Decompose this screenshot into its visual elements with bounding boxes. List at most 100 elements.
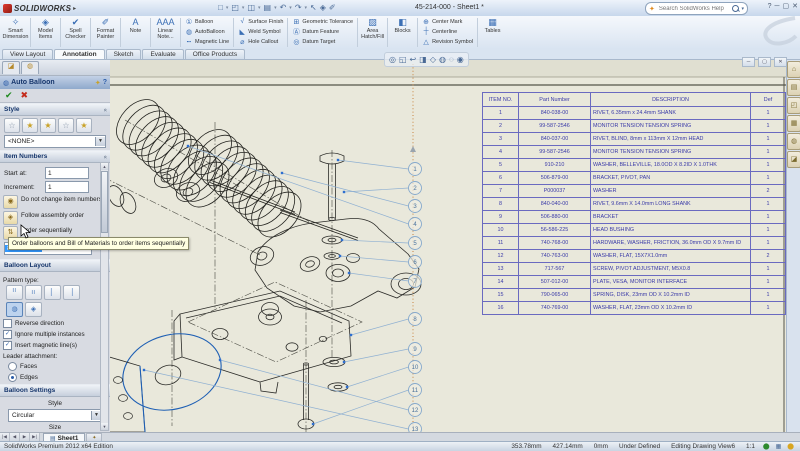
scroll-up-icon[interactable]: ▲ bbox=[101, 163, 108, 170]
favorite-style-button-2[interactable]: ★ bbox=[22, 118, 38, 133]
display-style-icon[interactable]: ◍ bbox=[439, 55, 446, 64]
bom-row[interactable]: 6506-879-00BRACKET, PIVOT, PAN1 bbox=[483, 172, 786, 185]
search-input[interactable] bbox=[657, 5, 731, 13]
model-items-button[interactable]: ◈Model Items bbox=[32, 16, 59, 49]
pattern-top-button[interactable]: ⠛ bbox=[6, 285, 23, 300]
pattern-left-button[interactable]: ⡇ bbox=[44, 285, 61, 300]
menu-expand-icon[interactable]: ▸ bbox=[73, 5, 76, 12]
increment-input[interactable]: 1 bbox=[45, 181, 89, 193]
previous-view-icon[interactable]: ↩ bbox=[410, 55, 417, 64]
dropdown-arrow-icon[interactable]: ▾ bbox=[242, 5, 245, 11]
centerline-button[interactable]: ┼Centerline bbox=[422, 27, 473, 36]
tab-sketch[interactable]: Sketch bbox=[106, 49, 142, 59]
tab-annotation[interactable]: Annotation bbox=[54, 49, 104, 59]
search-box[interactable]: ✦ ▾ bbox=[645, 2, 748, 15]
zoom-area-icon[interactable]: ◱ bbox=[399, 55, 407, 64]
bom-row[interactable]: 15790-065-00SPRING, DISK, 23mm OD X 10.2… bbox=[483, 289, 786, 302]
dropdown-arrow-icon[interactable]: ▾ bbox=[226, 5, 229, 11]
balloon-style-dropdown[interactable]: Circular ▼ bbox=[8, 409, 102, 422]
torsion-spring-2[interactable] bbox=[180, 121, 310, 245]
bom-column-header[interactable]: ITEM NO. bbox=[483, 93, 519, 107]
leader-attachment-point[interactable] bbox=[337, 159, 339, 161]
dropdown-arrow-icon[interactable]: ▾ bbox=[305, 5, 308, 11]
minimize-button[interactable]: ─ bbox=[775, 3, 780, 10]
propertymanager-tab[interactable]: ◪ bbox=[2, 61, 20, 74]
balloon-leader[interactable] bbox=[344, 349, 409, 362]
doc-restore-button[interactable]: ▢ bbox=[758, 57, 771, 67]
edit-appearance-icon[interactable]: ◉ bbox=[457, 55, 464, 64]
leader-attachment-point[interactable] bbox=[350, 334, 352, 336]
quick-tips-icon[interactable]: ⬤ bbox=[787, 443, 794, 450]
leader-attachment-point[interactable] bbox=[343, 361, 345, 363]
pushpin-icon[interactable]: ✦ bbox=[95, 79, 101, 87]
open-button[interactable]: ◰ bbox=[231, 2, 239, 13]
dropdown-arrow-icon[interactable]: ▾ bbox=[274, 5, 277, 11]
center-mark-button[interactable]: ⊕Center Mark bbox=[422, 17, 473, 26]
reverse-direction-checkbox[interactable]: Reverse direction bbox=[3, 319, 110, 328]
leader-attachment-point[interactable] bbox=[143, 369, 145, 371]
pattern-circular-button[interactable]: ◍ bbox=[6, 302, 23, 317]
geometric-tolerance-button[interactable]: ⊞Geometric Tolerance bbox=[292, 17, 353, 26]
balloon-leader[interactable] bbox=[340, 256, 409, 262]
tables-button[interactable]: ▦Tables bbox=[479, 16, 506, 49]
torsion-spring-1[interactable] bbox=[110, 91, 238, 215]
faces-radio[interactable]: Faces bbox=[8, 362, 110, 371]
format-painter-button[interactable]: ✐Format Painter bbox=[92, 16, 119, 49]
bom-row[interactable]: 299-587-2546MONITOR TENSION TENSION SPRI… bbox=[483, 120, 786, 133]
bom-column-header[interactable]: Def bbox=[751, 93, 786, 107]
print-button[interactable]: ▤ bbox=[264, 2, 272, 13]
view-orientation-icon[interactable]: ◇ bbox=[430, 55, 436, 64]
new-document-button[interactable]: □ bbox=[218, 2, 223, 13]
section-view-icon[interactable]: ◨ bbox=[419, 55, 427, 64]
surface-finish-button[interactable]: √Surface Finish bbox=[238, 17, 283, 26]
bom-row[interactable]: 8840-040-00RIVET, 9.6mm X 14.0mm LONG SH… bbox=[483, 198, 786, 211]
balloon-settings-section-header[interactable]: Balloon Settings « bbox=[0, 384, 110, 397]
datum-target-button[interactable]: ◎Datum Target bbox=[292, 37, 353, 46]
view-palette-tab[interactable]: ▦ bbox=[787, 115, 800, 132]
favorite-style-button-5[interactable]: ★ bbox=[76, 118, 92, 133]
pattern-square-button[interactable]: ◈ bbox=[25, 302, 42, 317]
pattern-bottom-button[interactable]: ⠶ bbox=[25, 285, 42, 300]
magnetic-line-handle[interactable] bbox=[410, 146, 416, 152]
balloon-leader[interactable] bbox=[313, 390, 409, 424]
edges-radio[interactable]: Edges bbox=[8, 373, 110, 382]
tab-office-products[interactable]: Office Products bbox=[185, 49, 245, 59]
insert-magnetic-lines-checkbox[interactable]: ✓Insert magnetic line(s) bbox=[3, 341, 110, 350]
tab-view-layout[interactable]: View Layout bbox=[2, 49, 53, 59]
bom-row[interactable]: 13717-567SCREW, PIVOT ADJUSTMENT, M5X0.8… bbox=[483, 263, 786, 276]
hide-show-icon[interactable]: ◌ bbox=[449, 55, 454, 64]
area-hatch-fill-button[interactable]: ▨Area Hatch/Fill bbox=[359, 16, 386, 49]
bom-row[interactable]: 5910-210WASHER, BELLEVILLE, 18.0OD X 8.2… bbox=[483, 159, 786, 172]
bom-column-header[interactable]: Part Number bbox=[519, 93, 591, 107]
follow-assembly-order-option[interactable]: ◈Follow assembly order bbox=[3, 211, 110, 225]
leader-attachment-point[interactable] bbox=[341, 239, 343, 241]
doc-minimize-button[interactable]: ─ bbox=[742, 57, 755, 67]
leader-attachment-point[interactable] bbox=[281, 172, 283, 174]
rebuild-button[interactable]: ◈ bbox=[320, 2, 326, 13]
panel-scrollbar[interactable]: ▲ ▼ bbox=[100, 162, 109, 431]
heads-up-view-toolbar[interactable]: ◎◱↩◨◇◍◌◉ bbox=[384, 52, 469, 67]
blocks-button[interactable]: ◧Blocks bbox=[389, 16, 416, 49]
style-section-header[interactable]: Style « bbox=[0, 103, 110, 116]
balloon-leader[interactable] bbox=[351, 319, 409, 335]
bom-table[interactable]: ITEM NO.Part NumberDESCRIPTIONDef 1840-0… bbox=[482, 92, 786, 315]
appearances-panel-tab[interactable]: ◍ bbox=[21, 61, 39, 74]
hole-callout-button[interactable]: ⌀Hole Callout bbox=[238, 37, 283, 46]
dropdown-arrow-icon[interactable]: ▾ bbox=[258, 5, 261, 11]
help-button[interactable]: ? bbox=[768, 3, 772, 10]
scrollbar-thumb[interactable] bbox=[101, 171, 108, 233]
balloon-leader[interactable] bbox=[220, 360, 409, 410]
tab-evaluate[interactable]: Evaluate bbox=[142, 49, 183, 59]
note-button[interactable]: ANote bbox=[122, 16, 149, 49]
restore-button[interactable]: ▢ bbox=[783, 2, 790, 10]
autoballoon-button[interactable]: ◍AutoBalloon bbox=[185, 27, 229, 36]
bom-row[interactable]: 3840-037-00RIVET, BLIND, 8mm x 113mm X 1… bbox=[483, 133, 786, 146]
bom-row[interactable]: 7P000037WASHER2 bbox=[483, 185, 786, 198]
custom-properties-tab[interactable]: ◪ bbox=[787, 151, 800, 168]
bom-row[interactable]: 9506-880-00BRACKET1 bbox=[483, 211, 786, 224]
favorite-style-button-4[interactable]: ☆ bbox=[58, 118, 74, 133]
linear-note-button[interactable]: AAALinear Note... bbox=[152, 16, 179, 49]
leader-attachment-point[interactable] bbox=[219, 359, 221, 361]
select-button[interactable]: ↖ bbox=[310, 2, 317, 13]
balloon-leader[interactable] bbox=[342, 240, 409, 243]
